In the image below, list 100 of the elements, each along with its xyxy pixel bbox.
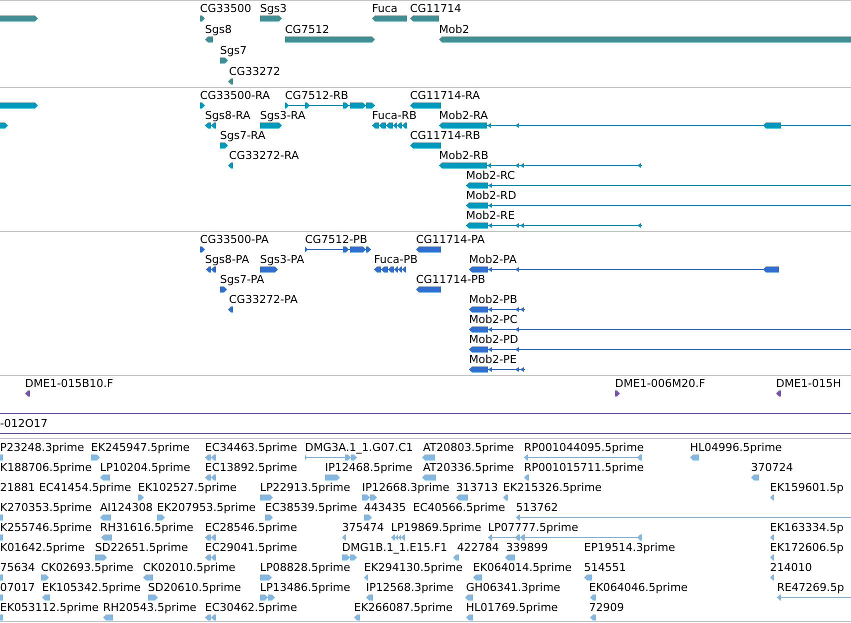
feature-label: CG11714-PA xyxy=(416,233,485,246)
feature-label: 313713 xyxy=(456,481,498,494)
feature-label: LP19869.5prime xyxy=(391,521,482,534)
feature-label: Mob2-PE xyxy=(469,353,517,366)
feature-label: CK02010.5prime xyxy=(143,561,236,574)
feature-label: CG11714-RB xyxy=(410,129,480,142)
feature-label: RH31616.5prime xyxy=(100,521,194,534)
feature-label: CK02693.5prime xyxy=(41,561,134,574)
feature-label: Mob2-PB xyxy=(469,293,518,306)
feature-label: Mob2-RC xyxy=(466,169,515,182)
feature-label: CG33272-RA xyxy=(229,149,299,162)
feature-label: EC13892.5prime xyxy=(205,461,298,474)
feature-label: IP12668.3prime xyxy=(362,481,450,494)
feature-label: GH06341.3prime xyxy=(466,581,560,594)
feature-label: K188706.5prime xyxy=(0,461,92,474)
feature-label: Mob2-RB xyxy=(439,149,488,162)
feature-label: 07017 xyxy=(0,581,35,594)
feature-label: K01642.5prime xyxy=(0,541,85,554)
feature-label: DME1-015B10.F xyxy=(25,377,114,390)
feature-label: CG7512-PB xyxy=(305,233,368,246)
feature-label: EK102527.5prime xyxy=(138,481,237,494)
feature-label: Mob2-RA xyxy=(439,109,488,122)
feature-label: Fuca-RB xyxy=(372,109,417,122)
feature-label: EC34463.5prime xyxy=(205,441,298,454)
feature-label: EK207953.5prime xyxy=(157,501,256,514)
feature-label: EC38539.5prime xyxy=(265,501,358,514)
feature-label: EK294130.5prime xyxy=(364,561,463,574)
feature-label: Mob2 xyxy=(439,23,470,36)
feature-label: Mob2-PD xyxy=(469,333,518,346)
feature-label: 514551 xyxy=(584,561,626,574)
feature-label: 214010 xyxy=(770,561,812,574)
feature-label: Sgs3-PA xyxy=(260,253,304,266)
feature-label: IP12568.3prime xyxy=(366,581,454,594)
feature-label: HL04996.5prime xyxy=(690,441,782,454)
feature-label: P23248.3prime xyxy=(0,441,84,454)
feature-label: CG33500 xyxy=(200,2,252,15)
feature-label: EC40566.5prime xyxy=(413,501,506,514)
feature-label: 513762 xyxy=(516,501,558,514)
feature-label: EK163334.5p xyxy=(770,521,844,534)
feature-label: EK053112.5prime xyxy=(0,601,99,614)
feature-label: AT20336.5prime xyxy=(423,461,514,474)
feature-label: DMG1B.1_1.E15.F1 xyxy=(342,541,448,554)
feature-label: RH20543.5prime xyxy=(103,601,196,614)
feature-label: Sgs8-RA xyxy=(205,109,250,122)
feature-label: CG33272 xyxy=(229,65,280,78)
feature-label: Mob2-RD xyxy=(466,189,516,202)
feature-label: DME1-015H xyxy=(776,377,842,390)
feature-label: CG33500-PA xyxy=(200,233,269,246)
feature-label: Sgs8 xyxy=(205,23,232,36)
feature-label: LP13486.5prime xyxy=(260,581,350,594)
feature-label: EK215326.5prime xyxy=(503,481,602,494)
feature-label: 443435 xyxy=(364,501,406,514)
feature-label: EC30462.5prime xyxy=(205,601,298,614)
feature-label: DME1-006M20.F xyxy=(615,377,706,390)
feature-label: EK172606.5p xyxy=(770,541,844,554)
feature-label: CG33272-PA xyxy=(229,293,298,306)
feature-label: DMG3A.1_1.G07.C1 xyxy=(305,441,414,454)
feature-label: 72909 xyxy=(589,601,624,614)
feature-label: EK266087.5prime xyxy=(354,601,453,614)
feature-label: LP08828.5prime xyxy=(260,561,350,574)
feature-label: EP19514.3prime xyxy=(584,541,676,554)
feature-label: K255746.5prime xyxy=(0,521,92,534)
feature-label: Fuca xyxy=(372,2,398,15)
feature-label: RP001044095.5prime xyxy=(524,441,644,454)
feature-label: RE47269.5p xyxy=(777,581,844,594)
feature-label: 75634 xyxy=(0,561,35,574)
feature-label: 339899 xyxy=(506,541,548,554)
feature-label: LP07777.5prime xyxy=(488,521,578,534)
feature-label: HL01769.5prime xyxy=(466,601,558,614)
feature-label: K270353.5prime xyxy=(0,501,92,514)
feature-label: AI124308 xyxy=(100,501,153,514)
feature-label: -012O17 xyxy=(0,417,48,430)
feature-label: Sgs7-PA xyxy=(220,273,264,286)
feature-label: Mob2-PC xyxy=(469,313,518,326)
feature-label: EK064014.5prime xyxy=(473,561,572,574)
feature-label: CG7512-RB xyxy=(285,89,348,102)
feature-label: 422784 xyxy=(457,541,499,554)
feature-label: 375474 xyxy=(342,521,384,534)
feature-label: LP10204.5prime xyxy=(100,461,190,474)
feature-label: RP001015711.5prime xyxy=(524,461,644,474)
feature-label: Sgs3-RA xyxy=(260,109,306,122)
feature-label: SD20610.5prime xyxy=(148,581,241,594)
feature-label: 370724 xyxy=(751,461,793,474)
feature-label: EK159601.5p xyxy=(770,481,844,494)
feature-label: Sgs7 xyxy=(220,44,247,57)
feature-label: CG7512 xyxy=(285,23,330,36)
feature-label: Fuca-PB xyxy=(374,253,418,266)
feature-label: AT20803.5prime xyxy=(423,441,514,454)
feature-label: EC29041.5prime xyxy=(205,541,298,554)
feature-label: SD22651.5prime xyxy=(95,541,188,554)
feature-label: Mob2-PA xyxy=(469,253,517,266)
feature-label: CG33500-RA xyxy=(200,89,270,102)
feature-label: EC41454.5prime xyxy=(39,481,132,494)
feature-label: EK245947.5prime xyxy=(91,441,190,454)
feature-label: IP12468.5prime xyxy=(325,461,412,474)
feature-label: CG11714-PB xyxy=(416,273,486,286)
feature-label: EK105342.5prime xyxy=(42,581,141,594)
feature-label: CG11714-RA xyxy=(410,89,480,102)
feature-label: Mob2-RE xyxy=(466,209,515,222)
feature-label: Sgs7-RA xyxy=(220,129,266,142)
